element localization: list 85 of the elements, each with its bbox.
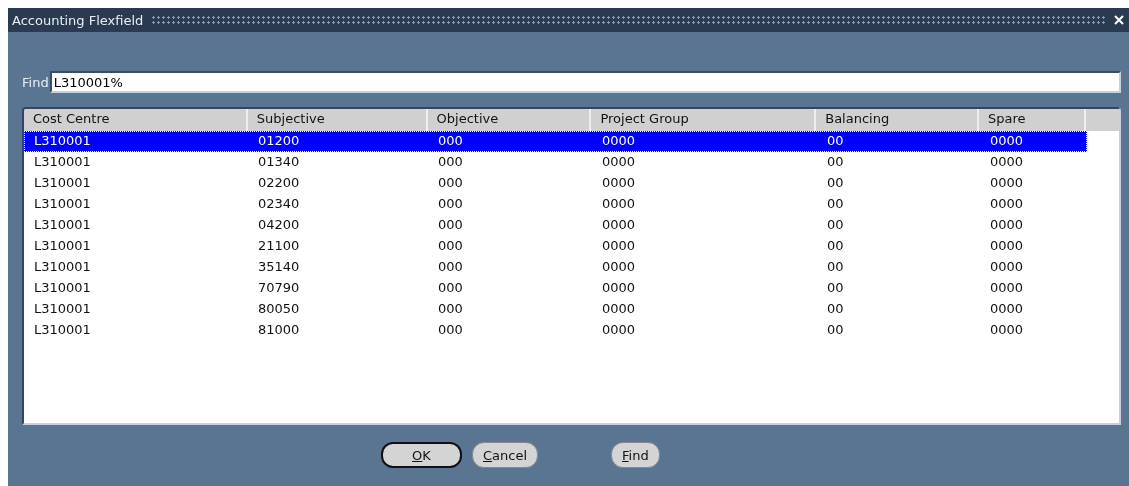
cancel-button[interactable]: Cancel — [472, 442, 539, 468]
table-cell-text: 01340 — [257, 153, 301, 171]
table-cell-text: 0000 — [989, 174, 1025, 192]
table-cell-text: 0000 — [989, 321, 1025, 339]
table-cell-text: 00 — [826, 258, 845, 276]
table-row[interactable]: L310001 21100 000 0000 00 0000 — [24, 236, 1087, 257]
find-button[interactable]: Find — [611, 442, 660, 468]
table-cell-text: 0000 — [601, 300, 637, 318]
table-cell-text: 81000 — [257, 321, 301, 339]
column-header[interactable]: Spare — [979, 109, 1086, 131]
table-cell-text: 0000 — [601, 321, 637, 339]
table-row[interactable]: L310001 80050 000 0000 00 0000 — [24, 299, 1087, 320]
table-row[interactable]: L310001 35140 000 0000 00 0000 — [24, 257, 1087, 278]
table-cell-text: 000 — [437, 279, 464, 297]
column-header[interactable]: Cost Centre — [24, 109, 248, 131]
table-cell-text: L310001 — [33, 153, 92, 171]
table-cell-text: 00 — [826, 321, 845, 339]
table-cell-text: 00 — [826, 216, 845, 234]
table-cell-text: 0000 — [601, 132, 637, 150]
table-cell-text: 00 — [826, 279, 845, 297]
table-cell-text: 21100 — [257, 237, 301, 255]
ok-button[interactable]: OK — [381, 442, 462, 468]
table-cell-text: 02200 — [257, 174, 301, 192]
find-field[interactable]: L310001% — [49, 71, 1121, 93]
table-cell-text: 000 — [437, 216, 464, 234]
table-cell-text: 000 — [437, 153, 464, 171]
table-cell-text: 35140 — [257, 258, 301, 276]
close-icon[interactable] — [1113, 14, 1125, 26]
column-header[interactable]: Balancing — [816, 109, 980, 131]
table-cell-text: 0000 — [989, 153, 1025, 171]
table-cell-text: 01200 — [257, 132, 301, 150]
header-filler — [1086, 109, 1119, 131]
table-cell-text: L310001 — [33, 258, 92, 276]
table-row[interactable]: L310001 01200 000 0000 00 0000 — [24, 131, 1087, 152]
column-header[interactable]: Subjective — [247, 109, 428, 131]
table-cell-text: L310001 — [33, 216, 92, 234]
table-cell-text: L310001 — [33, 279, 92, 297]
table-cell-text: L310001 — [33, 132, 92, 150]
table-cell-text: 80050 — [257, 300, 301, 318]
table-cell-text: 0000 — [989, 216, 1025, 234]
column-header[interactable]: Project Group — [591, 109, 817, 131]
table-cell-text: 0000 — [601, 153, 637, 171]
table-cell-text: 0000 — [989, 279, 1025, 297]
table-cell-text: 000 — [437, 132, 464, 150]
table-row[interactable]: L310001 81000 000 0000 00 0000 — [24, 320, 1087, 341]
table-cell-text: 0000 — [989, 195, 1025, 213]
table-cell-text: 000 — [437, 174, 464, 192]
table-cell-text: 00 — [826, 153, 845, 171]
table-cell-text: L310001 — [33, 174, 92, 192]
find-label: Find — [22, 74, 49, 90]
table-row[interactable]: L310001 02340 000 0000 00 0000 — [24, 194, 1087, 215]
table-cell-text: 04200 — [257, 216, 301, 234]
table-cell-text: 000 — [437, 195, 464, 213]
table-cell-text: 000 — [437, 300, 464, 318]
title-bar-grip[interactable] — [151, 15, 1105, 25]
column-header[interactable]: Objective — [427, 109, 592, 131]
table-cell-text: 00 — [826, 195, 845, 213]
table-cell-text: 0000 — [601, 174, 637, 192]
table-cell-text: L310001 — [33, 300, 92, 318]
window-title: Accounting Flexfield — [12, 12, 144, 28]
table-cell-text: 00 — [826, 237, 845, 255]
table-row[interactable]: L310001 01340 000 0000 00 0000 — [24, 152, 1087, 173]
table-cell-text: 00 — [826, 174, 845, 192]
table-cell-text: 000 — [437, 258, 464, 276]
table-row[interactable]: L310001 02200 000 0000 00 0000 — [24, 173, 1087, 194]
table-cell-text: L310001 — [33, 237, 92, 255]
table-cell-text: 00 — [826, 132, 845, 150]
table-cell-text: 000 — [437, 237, 464, 255]
table-cell-text: 0000 — [989, 258, 1025, 276]
table-cell-text: 00 — [826, 300, 845, 318]
table-cell-text: 02340 — [257, 195, 301, 213]
table-cell-text: 0000 — [601, 237, 637, 255]
table-cell-text: L310001 — [33, 195, 92, 213]
table-cell-text: 0000 — [601, 258, 637, 276]
table-cell-text: 0000 — [989, 237, 1025, 255]
table-row[interactable]: L310001 70790 000 0000 00 0000 — [24, 278, 1087, 299]
table-cell-text: 0000 — [989, 132, 1025, 150]
table-cell-text: 0000 — [601, 279, 637, 297]
table-cell-text: 70790 — [257, 279, 301, 297]
table-cell-text: 0000 — [601, 216, 637, 234]
table-cell-text: 0000 — [601, 195, 637, 213]
table-cell-text: L310001 — [33, 321, 92, 339]
table-row[interactable]: L310001 04200 000 0000 00 0000 — [24, 215, 1087, 236]
table-cell-text: 000 — [437, 321, 464, 339]
table-cell-text: 0000 — [989, 300, 1025, 318]
